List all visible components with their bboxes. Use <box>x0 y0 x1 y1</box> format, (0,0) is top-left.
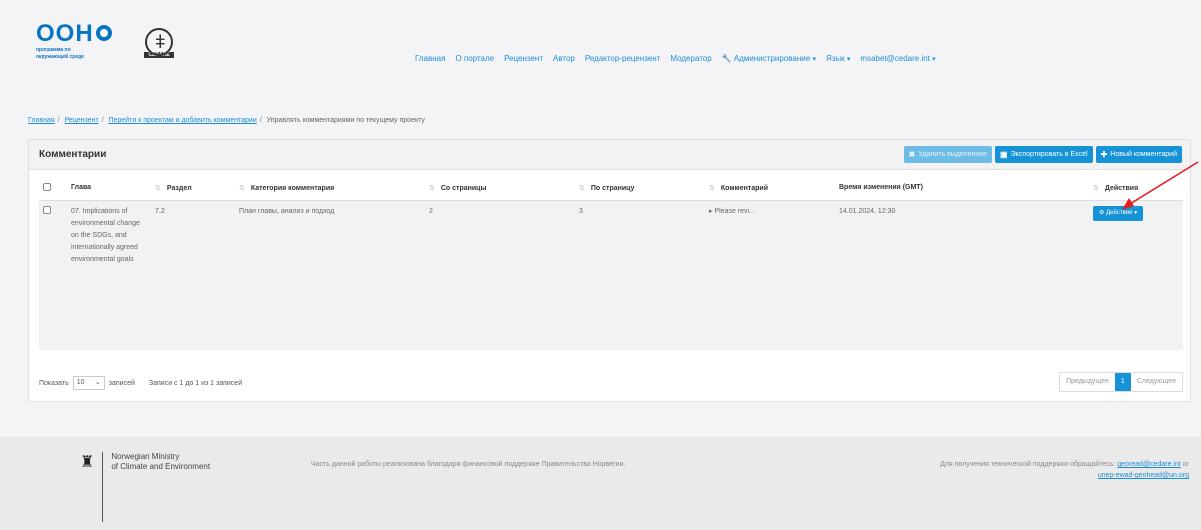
nav-admin-label: Администрирование <box>733 54 811 63</box>
col-section-label: Раздел <box>166 184 192 192</box>
wrench-icon: 🔧 <box>721 54 732 63</box>
support-email-2[interactable]: unep-ewad-geohead@un.org <box>1098 472 1189 479</box>
cell-from-page: 2 <box>425 200 575 350</box>
un-globe-icon <box>95 25 112 41</box>
nav-user-dropdown[interactable]: msabet@cedare.int ▾ <box>860 54 935 63</box>
logo-subtitle-2: окружающей среде <box>36 54 85 60</box>
logo-text: ООН <box>36 20 94 47</box>
table-row: 07. Implications of environmental change… <box>39 200 1183 350</box>
cell-to-page: 3 <box>575 200 705 350</box>
breadcrumb-current: Управлять комментариями по текущему прое… <box>266 117 425 124</box>
cell-actions: ⚙ Действие ▾ <box>1089 200 1183 350</box>
main-nav: Главная О портале Рецензент Автор Редакт… <box>415 54 936 63</box>
cell-chapter: 07. Implications of environmental change… <box>67 200 151 350</box>
unep-logo[interactable]: ООН программа по окружающей среде <box>36 22 112 60</box>
table-footer: Показать 10 ⌄ записей Записи с 1 до 1 из … <box>39 372 1183 392</box>
sort-icon: ⇅ <box>155 184 161 192</box>
cell-category: План главы, анализ и подход <box>235 200 425 350</box>
caret-down-icon: ▾ <box>932 56 936 63</box>
close-icon: ✖ <box>908 150 916 159</box>
card-header: Комментарии ✖ Удалить выделенное ▣ Экспорт… <box>29 140 1190 170</box>
col-comment-label: Комментарий <box>720 184 769 192</box>
col-modified-label: Время изменения (GMT) <box>839 184 923 192</box>
page-length: Показать 10 ⌄ записей Записи с 1 до 1 из … <box>39 376 242 390</box>
or-label: or <box>1182 461 1189 468</box>
nav-language-dropdown[interactable]: Язык ▾ <box>826 54 850 63</box>
ministry-line2: of Climate and Environment <box>111 462 211 471</box>
pagination-next[interactable]: Следующее <box>1130 373 1182 391</box>
card-title: Комментарии <box>39 149 107 160</box>
site-footer: ♜ Norwegian Ministry of Climate and Envi… <box>0 437 1201 530</box>
col-from-page[interactable]: ⇅ Со страницы <box>425 176 575 201</box>
delete-selected-label: Удалить выделенное <box>918 151 988 158</box>
col-chapter-label: Глава <box>71 184 92 192</box>
sort-icon: ⇅ <box>239 184 245 192</box>
export-excel-button[interactable]: ▣ Экспортировать в Excel <box>995 146 1093 163</box>
norway-ministry-logo: ♜ Norwegian Ministry of Climate and Envi… <box>80 452 210 522</box>
col-chapter[interactable]: Глава <box>67 176 151 201</box>
annotation-arrow-icon <box>1122 161 1199 210</box>
col-category-label: Категория комментария <box>250 184 335 192</box>
col-modified[interactable]: Время изменения (GMT) <box>835 176 1089 201</box>
cedare-logo: ǂ CEDARE <box>144 28 174 70</box>
funding-text: Часть данной работы реализована благодар… <box>311 461 626 468</box>
sort-icon: ⇅ <box>1093 184 1099 192</box>
comments-table: Глава ⇅ Раздел ⇅ Категория комментария ⇅ Со… <box>39 176 1183 350</box>
support-email-1[interactable]: georead@cedare.int <box>1117 461 1181 468</box>
nav-editor-reviewer[interactable]: Редактор-рецензент <box>585 54 660 63</box>
caret-down-icon: ▾ <box>812 56 816 63</box>
nav-author[interactable]: Автор <box>553 54 575 63</box>
chevron-down-icon: ⌄ <box>94 379 101 386</box>
select-all-header[interactable] <box>39 176 67 201</box>
export-excel-label: Экспортировать в Excel <box>1010 151 1088 158</box>
pagination: Предыдущее 1 Следующее <box>1059 372 1183 392</box>
select-all-checkbox[interactable] <box>43 182 51 191</box>
top-navbar: ООН программа по окружающей среде ǂ CEDA… <box>0 0 1201 98</box>
logo-subtitle-1: программа по <box>36 47 71 53</box>
support-label: Для получения технической поддержки обра… <box>940 461 1116 468</box>
sort-icon: ⇅ <box>579 184 585 192</box>
nav-home[interactable]: Главная <box>415 54 445 63</box>
comments-card: Комментарии ✖ Удалить выделенное ▣ Экспорт… <box>28 139 1191 402</box>
col-comment[interactable]: ⇅ Комментарий <box>705 176 835 201</box>
nav-reviewer[interactable]: Рецензент <box>504 54 543 63</box>
page-length-value: 10 <box>76 379 85 386</box>
nav-moderator[interactable]: Модератор <box>670 54 711 63</box>
sort-icon: ⇅ <box>709 184 715 192</box>
page-length-select[interactable]: 10 ⌄ <box>72 376 105 390</box>
nav-about[interactable]: О портале <box>455 54 494 63</box>
col-section[interactable]: ⇅ Раздел <box>151 176 235 201</box>
breadcrumb-projects[interactable]: Перейти к проектам и добавить комментари… <box>109 117 257 124</box>
breadcrumb: Главная / Рецензент / Перейти к проектам и… <box>28 117 425 124</box>
row-checkbox[interactable] <box>43 205 51 214</box>
nav-user-label: msabet@cedare.int <box>860 54 930 63</box>
entries-label: записей <box>108 379 135 387</box>
nav-admin-dropdown[interactable]: 🔧 Администрирование ▾ <box>722 54 816 63</box>
table-info: Записи с 1 до 1 из 1 записей <box>148 379 243 387</box>
breadcrumb-reviewer[interactable]: Рецензент <box>65 117 99 124</box>
support-text: Для получения технической поддержки обра… <box>940 459 1189 481</box>
col-category[interactable]: ⇅ Категория комментария <box>235 176 425 201</box>
nav-language-label: Язык <box>825 54 845 63</box>
pagination-prev[interactable]: Предыдущее <box>1060 373 1115 391</box>
delete-selected-button[interactable]: ✖ Удалить выделенное <box>903 146 993 163</box>
row-select-cell[interactable] <box>39 200 67 350</box>
ministry-line1: Norwegian Ministry <box>111 452 180 461</box>
cell-section: 7.2 <box>151 200 235 350</box>
excel-icon: ▣ <box>1000 150 1008 159</box>
col-to-page[interactable]: ⇅ По страницу <box>575 176 705 201</box>
pagination-page-1[interactable]: 1 <box>1114 373 1131 391</box>
show-label: Показать <box>39 379 69 387</box>
cell-modified: 14.01.2024, 12:30 <box>835 200 1089 350</box>
norway-lion-icon: ♜ <box>80 454 95 471</box>
caret-down-icon: ▾ <box>846 56 851 63</box>
sort-icon: ⇅ <box>429 184 435 192</box>
cell-comment[interactable]: ▸ Please revi... <box>705 200 835 350</box>
col-from-page-label: Со страницы <box>440 184 487 192</box>
breadcrumb-home[interactable]: Главная <box>28 117 55 124</box>
col-to-page-label: По страницу <box>590 184 635 192</box>
